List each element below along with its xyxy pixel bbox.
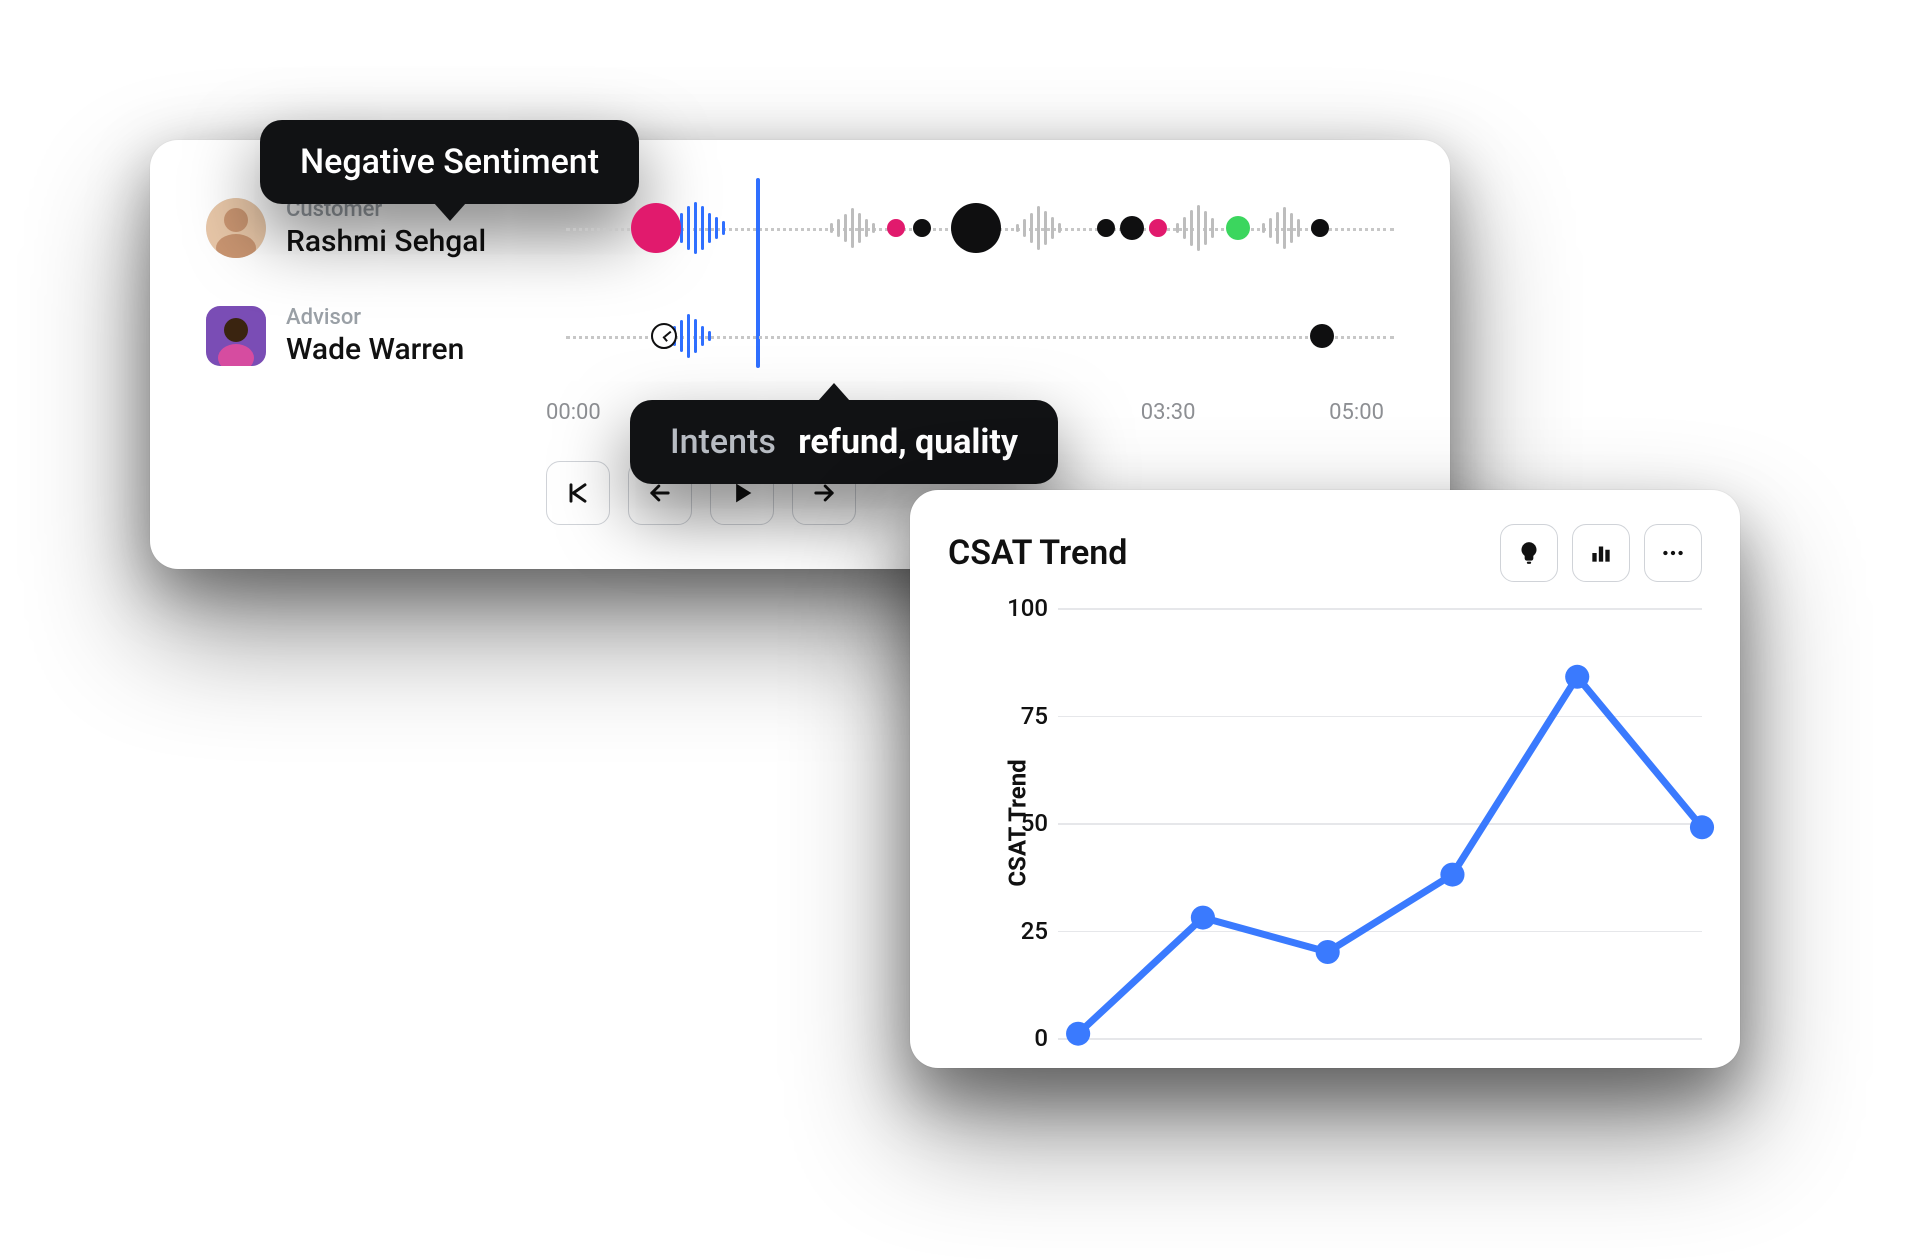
chart-ytick: 25 <box>992 917 1048 945</box>
csat-trend-card: CSAT Trend CSAT Trend 0255075100 <box>910 490 1740 1068</box>
advisor-avatar <box>206 306 266 366</box>
event-marker[interactable] <box>1310 324 1334 348</box>
event-marker[interactable] <box>1120 216 1144 240</box>
customer-avatar <box>206 198 266 258</box>
event-marker[interactable] <box>1097 219 1115 237</box>
intents-tooltip-value: refund, quality <box>798 422 1018 462</box>
advisor-role-label: Advisor <box>286 305 546 330</box>
chart-ytick: 75 <box>992 702 1048 730</box>
lightbulb-icon <box>1516 540 1542 566</box>
advisor-meta: Advisor Wade Warren <box>286 305 546 367</box>
advisor-name: Wade Warren <box>286 332 546 367</box>
event-marker[interactable] <box>913 219 931 237</box>
chart-ytick: 0 <box>992 1024 1048 1052</box>
time-tick: 05:00 <box>1329 400 1384 433</box>
chart-type-button[interactable] <box>1572 524 1630 582</box>
advisor-row: Advisor Wade Warren <box>206 296 1394 376</box>
intents-tooltip: Intents refund, quality <box>630 400 1058 484</box>
customer-meta: Customer Rashmi Sehgal <box>286 197 546 259</box>
advisor-waveform-track[interactable] <box>566 306 1394 366</box>
insights-button[interactable] <box>1500 524 1558 582</box>
sentiment-marker-negative[interactable] <box>631 203 681 253</box>
more-horizontal-icon <box>1660 540 1686 566</box>
chart-plot <box>1058 608 1702 1038</box>
skip-start-button[interactable] <box>546 461 610 525</box>
chart-ytick: 50 <box>992 809 1048 837</box>
chart-body: CSAT Trend 0255075100 <box>948 608 1702 1038</box>
sentiment-tooltip: Negative Sentiment <box>260 120 639 204</box>
clock-icon <box>651 323 677 349</box>
chart-title: CSAT Trend <box>948 533 1486 573</box>
time-tick: 00:00 <box>546 400 601 433</box>
chart-ytick: 100 <box>992 594 1048 622</box>
skip-start-icon <box>564 479 592 507</box>
more-options-button[interactable] <box>1644 524 1702 582</box>
chart-header: CSAT Trend <box>948 524 1702 582</box>
customer-waveform-track[interactable] <box>566 198 1394 258</box>
intents-tooltip-label: Intents <box>670 422 776 462</box>
sentiment-marker-positive[interactable] <box>1226 216 1250 240</box>
event-marker[interactable] <box>887 219 905 237</box>
customer-name: Rashmi Sehgal <box>286 224 546 259</box>
sentiment-tooltip-text: Negative Sentiment <box>300 142 599 182</box>
bar-chart-icon <box>1588 540 1614 566</box>
intents-marker[interactable] <box>951 203 1001 253</box>
event-marker[interactable] <box>1311 219 1329 237</box>
event-marker[interactable] <box>1149 219 1167 237</box>
time-tick: 03:30 <box>1141 400 1196 433</box>
